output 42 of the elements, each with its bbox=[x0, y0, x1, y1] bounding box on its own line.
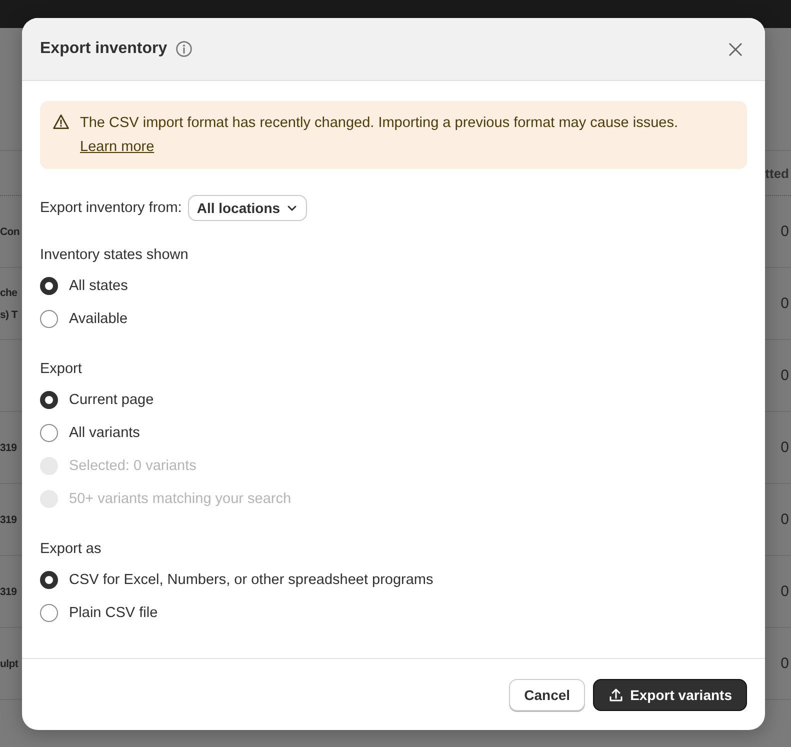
table-cell: 0 bbox=[780, 367, 789, 384]
product-name: 319 bbox=[0, 442, 17, 454]
product-name: che s) T bbox=[0, 286, 18, 320]
product-name: ulpt bbox=[0, 658, 18, 670]
radio-button[interactable] bbox=[40, 390, 58, 408]
warning-icon bbox=[52, 113, 70, 131]
radio-button[interactable] bbox=[40, 604, 58, 622]
warning-message: The CSV import format has recently changed. Importing a previous format may cause issues. Learn more bbox=[80, 114, 679, 157]
option-label: All states bbox=[69, 278, 128, 294]
radio-button[interactable] bbox=[40, 570, 58, 588]
export-button[interactable]: Export variants bbox=[593, 678, 747, 710]
radio-button[interactable] bbox=[40, 276, 58, 294]
product-name: 319 bbox=[0, 514, 17, 526]
section-label: Inventory states shown bbox=[40, 247, 190, 263]
dialog-title: Export inventory bbox=[40, 40, 168, 58]
column-header: tted bbox=[765, 166, 789, 180]
table-cell: 0 bbox=[780, 583, 789, 600]
option-label: 50+ variants matching your search bbox=[69, 490, 292, 506]
table-cell: 0 bbox=[780, 511, 789, 528]
option-label: CSV for Excel, Numbers, or other spreadsheet programs bbox=[69, 572, 434, 588]
product-name: 319 bbox=[0, 586, 17, 598]
table-cell: 0 bbox=[780, 295, 789, 312]
location-select[interactable]: All locations bbox=[188, 195, 308, 221]
upload-icon bbox=[608, 686, 624, 702]
option-label: All variants bbox=[69, 424, 140, 440]
radio-button[interactable] bbox=[40, 310, 58, 328]
section-label: Export as bbox=[40, 541, 102, 557]
option-label: Available bbox=[69, 310, 128, 326]
option-label: Plain CSV file bbox=[69, 604, 158, 620]
section-label: Export bbox=[40, 361, 83, 377]
option-label: Current page bbox=[69, 392, 154, 408]
learn-more-link[interactable]: Learn more bbox=[80, 139, 154, 155]
table-cell: 0 bbox=[780, 655, 789, 672]
table-cell: 0 bbox=[780, 439, 789, 456]
table-cell: 0 bbox=[780, 223, 789, 240]
location-label: Export inventory from: bbox=[40, 200, 182, 216]
cancel-button[interactable]: Cancel bbox=[509, 678, 586, 710]
product-name: Con bbox=[0, 226, 20, 238]
info-icon[interactable] bbox=[175, 40, 194, 58]
option-label: Selected: 0 variants bbox=[69, 458, 196, 474]
radio-button[interactable] bbox=[40, 424, 58, 442]
close-icon bbox=[728, 42, 743, 56]
